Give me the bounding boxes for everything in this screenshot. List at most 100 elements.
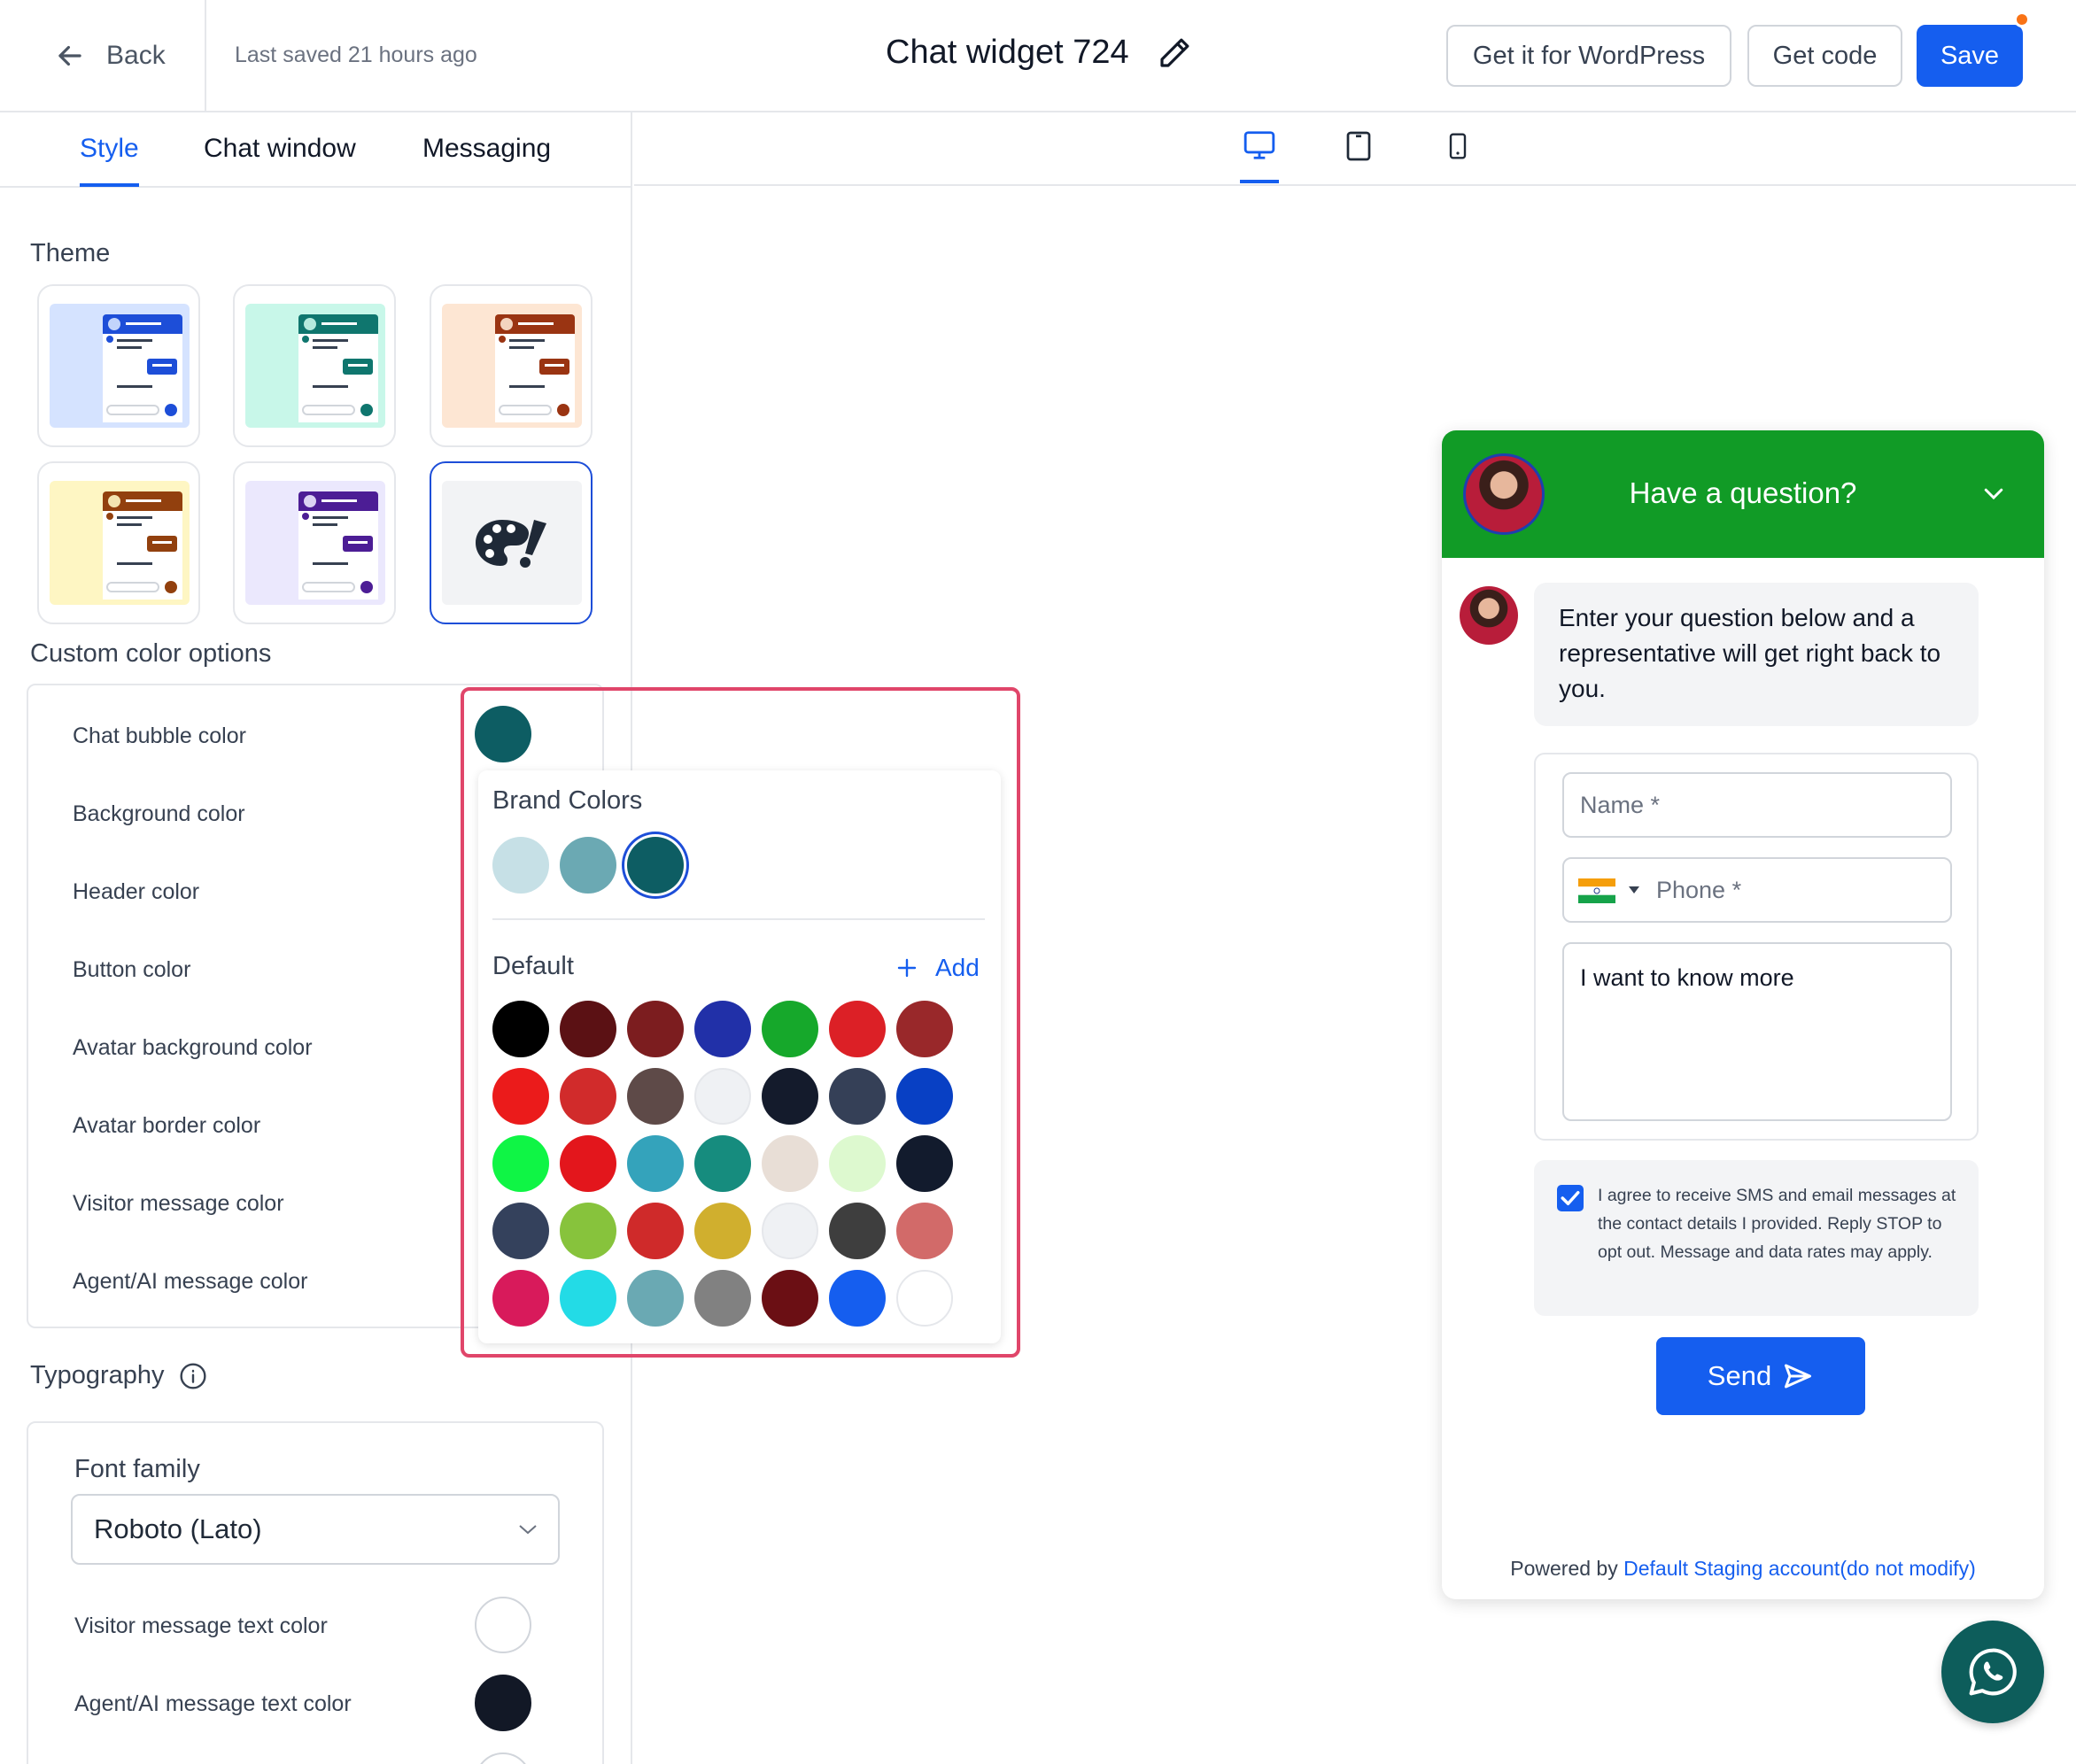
collapse-button[interactable] bbox=[1980, 480, 2007, 511]
get-code-button[interactable]: Get code bbox=[1747, 25, 1902, 87]
desktop-icon bbox=[1243, 131, 1275, 159]
default-color-swatch[interactable] bbox=[829, 1001, 886, 1057]
default-color-swatch[interactable] bbox=[492, 1270, 549, 1327]
consent-checkbox[interactable] bbox=[1557, 1185, 1584, 1211]
default-color-swatch[interactable] bbox=[896, 1135, 953, 1192]
desktop-view-button[interactable] bbox=[1240, 128, 1279, 183]
brand-color-swatch[interactable] bbox=[627, 837, 684, 894]
default-color-swatch[interactable] bbox=[492, 1135, 549, 1192]
default-color-swatch[interactable] bbox=[829, 1135, 886, 1192]
send-button[interactable]: Send bbox=[1656, 1337, 1865, 1415]
default-color-swatch[interactable] bbox=[694, 1203, 751, 1259]
color-row-header[interactable]: Header color bbox=[73, 879, 199, 905]
default-color-swatch[interactable] bbox=[762, 1135, 818, 1192]
default-color-swatch[interactable] bbox=[492, 1068, 549, 1125]
message-textarea[interactable]: I want to know more bbox=[1562, 942, 1952, 1121]
tab-messaging[interactable]: Messaging bbox=[422, 134, 551, 187]
color-row-background[interactable]: Background color bbox=[73, 801, 245, 827]
default-color-swatch[interactable] bbox=[762, 1270, 818, 1327]
theme-card-custom[interactable] bbox=[430, 461, 593, 624]
info-icon[interactable] bbox=[179, 1362, 207, 1390]
color-row-avatar-background[interactable]: Avatar background color bbox=[73, 1035, 313, 1061]
typography-title: Typography bbox=[30, 1361, 207, 1390]
color-row-button[interactable]: Button color bbox=[73, 957, 190, 983]
send-label: Send bbox=[1707, 1360, 1772, 1391]
agent-text-color-swatch[interactable] bbox=[475, 1675, 531, 1731]
color-row-avatar-border[interactable]: Avatar border color bbox=[73, 1113, 260, 1139]
add-color-label: Add bbox=[935, 954, 980, 981]
default-color-swatch[interactable] bbox=[694, 1001, 751, 1057]
tab-style[interactable]: Style bbox=[80, 134, 139, 187]
theme-body bbox=[298, 334, 378, 422]
whatsapp-launcher-button[interactable] bbox=[1941, 1621, 2044, 1723]
india-flag-icon bbox=[1578, 878, 1615, 903]
default-color-swatch[interactable] bbox=[896, 1001, 953, 1057]
theme-preview bbox=[245, 481, 385, 605]
color-row-chat-bubble[interactable]: Chat bubble color bbox=[73, 723, 246, 749]
default-color-swatch[interactable] bbox=[627, 1203, 684, 1259]
pencil-icon[interactable] bbox=[1156, 35, 1193, 72]
default-color-swatch[interactable] bbox=[694, 1135, 751, 1192]
typography-title-text: Typography bbox=[30, 1361, 165, 1389]
theme-card-1[interactable] bbox=[37, 284, 200, 447]
default-color-swatch[interactable] bbox=[896, 1270, 953, 1327]
theme-header bbox=[103, 491, 182, 511]
default-color-swatch[interactable] bbox=[896, 1203, 953, 1259]
theme-body bbox=[298, 511, 378, 600]
get-for-wordpress-button[interactable]: Get it for WordPress bbox=[1446, 25, 1731, 87]
default-color-swatch[interactable] bbox=[560, 1001, 616, 1057]
theme-header bbox=[298, 314, 378, 334]
theme-card-3[interactable] bbox=[430, 284, 593, 447]
brand-colors-title: Brand Colors bbox=[492, 786, 643, 815]
current-color-swatch[interactable] bbox=[475, 706, 531, 762]
brand-color-swatch[interactable] bbox=[560, 837, 616, 894]
theme-preview bbox=[50, 304, 190, 428]
theme-title: Theme bbox=[30, 239, 111, 267]
default-color-swatch[interactable] bbox=[560, 1135, 616, 1192]
default-color-swatch[interactable] bbox=[896, 1068, 953, 1125]
theme-card-5[interactable] bbox=[233, 461, 396, 624]
extra-color-swatch[interactable] bbox=[475, 1752, 531, 1764]
powered-prefix: Powered by bbox=[1510, 1557, 1618, 1580]
default-color-swatch[interactable] bbox=[627, 1068, 684, 1125]
default-color-swatch[interactable] bbox=[829, 1270, 886, 1327]
whatsapp-icon bbox=[1969, 1648, 2017, 1696]
tablet-view-button[interactable] bbox=[1339, 128, 1378, 183]
mobile-view-button[interactable] bbox=[1438, 128, 1477, 183]
chat-widget-preview: Have a question? Enter your question bel… bbox=[1442, 430, 2044, 1599]
widget-title-text: Chat widget 724 bbox=[886, 34, 1129, 71]
add-color-button[interactable]: Add bbox=[896, 954, 980, 982]
color-row-visitor-message[interactable]: Visitor message color bbox=[73, 1191, 284, 1217]
powered-by-link[interactable]: Default Staging account(do not modify) bbox=[1623, 1557, 1976, 1580]
default-color-swatch[interactable] bbox=[492, 1001, 549, 1057]
default-color-swatch[interactable] bbox=[627, 1135, 684, 1192]
font-family-select[interactable]: Roboto (Lato) bbox=[71, 1494, 560, 1565]
default-color-swatch[interactable] bbox=[762, 1068, 818, 1125]
back-button[interactable]: Back bbox=[53, 34, 166, 78]
default-color-swatch[interactable] bbox=[762, 1203, 818, 1259]
mobile-icon bbox=[1449, 133, 1467, 159]
default-color-swatch[interactable] bbox=[560, 1270, 616, 1327]
name-input[interactable]: Name * bbox=[1562, 772, 1952, 838]
phone-input[interactable]: Phone * bbox=[1562, 857, 1952, 923]
palette-icon bbox=[476, 520, 546, 568]
default-color-swatch[interactable] bbox=[560, 1068, 616, 1125]
default-color-swatch[interactable] bbox=[694, 1270, 751, 1327]
save-button[interactable]: Save bbox=[1917, 25, 2023, 87]
default-color-swatch[interactable] bbox=[627, 1001, 684, 1057]
theme-card-4[interactable] bbox=[37, 461, 200, 624]
tab-chat-window[interactable]: Chat window bbox=[204, 134, 356, 187]
default-color-swatch[interactable] bbox=[829, 1203, 886, 1259]
default-color-swatch[interactable] bbox=[762, 1001, 818, 1057]
color-row-agent-message[interactable]: Agent/AI message color bbox=[73, 1269, 307, 1295]
default-color-swatch[interactable] bbox=[627, 1270, 684, 1327]
default-color-swatch[interactable] bbox=[694, 1068, 751, 1125]
typography-box: Font family Roboto (Lato) Visitor messag… bbox=[27, 1421, 604, 1764]
default-color-swatch[interactable] bbox=[492, 1203, 549, 1259]
default-color-swatch[interactable] bbox=[560, 1203, 616, 1259]
theme-card-2[interactable] bbox=[233, 284, 396, 447]
settings-tabs: Style Chat window Messaging bbox=[0, 112, 632, 188]
default-color-swatch[interactable] bbox=[829, 1068, 886, 1125]
brand-color-swatch[interactable] bbox=[492, 837, 549, 894]
visitor-text-color-swatch[interactable] bbox=[475, 1597, 531, 1653]
